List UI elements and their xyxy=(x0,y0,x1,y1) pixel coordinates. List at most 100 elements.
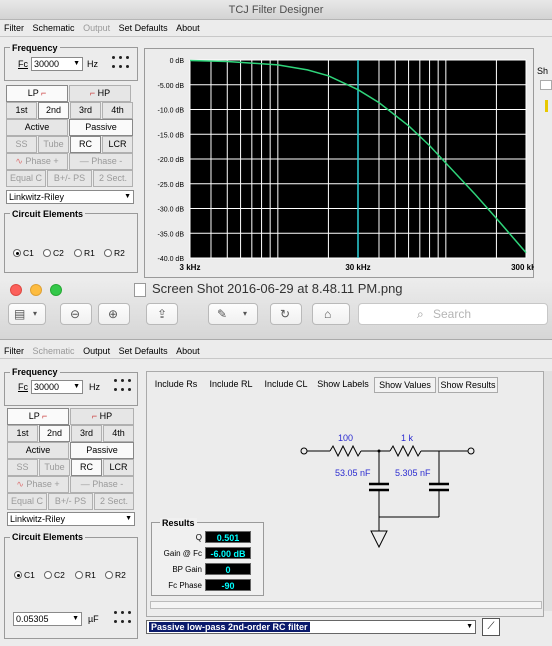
order-1st-button[interactable]: 1st xyxy=(7,425,38,442)
order-3rd-button[interactable]: 3rd xyxy=(71,425,102,442)
rc-button[interactable]: RC xyxy=(70,136,101,153)
menu-set-defaults[interactable]: Set Defaults xyxy=(119,23,168,33)
bps-button[interactable]: B+/- PS xyxy=(48,493,93,510)
2-sect-button[interactable]: 2 Sect. xyxy=(94,493,134,510)
passive-button[interactable]: Passive xyxy=(69,119,133,136)
tube-button[interactable]: Tube xyxy=(39,459,70,476)
radio-r1[interactable]: R1 xyxy=(75,570,96,580)
lcr-button[interactable]: LCR xyxy=(103,459,134,476)
menu-filter[interactable]: Filter xyxy=(4,346,24,356)
preview-filename: Screen Shot 2016-06-29 at 8.48.11 PM.png xyxy=(152,281,403,296)
phase-minus-button[interactable]: — Phase - xyxy=(70,476,134,493)
tab-include-rl[interactable]: Include RL xyxy=(207,377,255,393)
active-button[interactable]: Active xyxy=(6,119,68,136)
zoom-in-button[interactable]: ⊕ xyxy=(98,303,130,325)
lp-button[interactable]: LP ⌐ xyxy=(6,85,68,102)
active-button[interactable]: Active xyxy=(7,442,69,459)
alignment-select[interactable]: Linkwitz-Riley ▼ xyxy=(6,190,134,204)
search-icon: ⌕ xyxy=(417,307,424,321)
sidebar-toggle-button[interactable]: ▤ ▾ xyxy=(8,303,46,325)
markup-button[interactable]: ✎ ▾ xyxy=(208,303,258,325)
gain-fc-value: -6.00 dB xyxy=(205,547,251,559)
order-2nd-button[interactable]: 2nd xyxy=(38,102,69,119)
2-sect-button[interactable]: 2 Sect. xyxy=(93,170,133,187)
vertical-scrollbar[interactable] xyxy=(544,371,552,611)
menu-output[interactable]: Output xyxy=(83,23,110,33)
order-2nd-button[interactable]: 2nd xyxy=(39,425,70,442)
fc-select[interactable]: 30000 ▼ xyxy=(31,57,83,71)
ss-button[interactable]: SS xyxy=(7,459,38,476)
minimize-icon[interactable] xyxy=(30,284,42,296)
lowpass-icon: ⌐ xyxy=(39,411,48,421)
tab-show-results[interactable]: Show Results xyxy=(438,377,498,393)
tab-include-rs[interactable]: Include Rs xyxy=(152,377,200,393)
order-4th-button[interactable]: 4th xyxy=(103,425,134,442)
equal-c-button[interactable]: Equal C xyxy=(7,493,47,510)
fc-value: 30000 xyxy=(34,59,60,69)
radio-c2[interactable]: C2 xyxy=(43,248,64,258)
menu-about[interactable]: About xyxy=(176,346,200,356)
equal-c-button[interactable]: Equal C xyxy=(6,170,46,187)
search-input[interactable]: ⌕ Search xyxy=(358,303,548,325)
cap-value-select[interactable]: 0.05305 ▼ xyxy=(13,612,82,626)
menu-schematic[interactable]: Schematic xyxy=(33,346,75,356)
zoom-out-button[interactable]: ⊖ xyxy=(60,303,92,325)
menu-set-defaults[interactable]: Set Defaults xyxy=(119,346,168,356)
menu-bar: Filter Schematic Output Set Defaults Abo… xyxy=(0,21,552,35)
hp-button[interactable]: ⌐ HP xyxy=(69,85,131,102)
lcr-button[interactable]: LCR xyxy=(102,136,133,153)
menu-divider xyxy=(0,358,552,359)
phase-flat-icon: — xyxy=(79,156,92,166)
menu-output[interactable]: Output xyxy=(83,346,110,356)
phase-minus-button[interactable]: — Phase - xyxy=(69,153,133,170)
grid-dots-icon[interactable] xyxy=(114,611,132,627)
filter-type-select[interactable]: Passive low-pass 2nd-order RC filter ▼ xyxy=(146,620,476,634)
order-1st-button[interactable]: 1st xyxy=(6,102,37,119)
tab-show-labels[interactable]: Show Labels xyxy=(315,377,371,393)
tab-include-cl[interactable]: Include CL xyxy=(262,377,310,393)
radio-c1[interactable]: C1 xyxy=(14,570,35,580)
radio-dot xyxy=(74,249,82,257)
radio-r2[interactable]: R2 xyxy=(105,570,126,580)
radio-c2[interactable]: C2 xyxy=(44,570,65,580)
radio-r1[interactable]: R1 xyxy=(74,248,95,258)
alignment-select[interactable]: Linkwitz-Riley ▼ xyxy=(7,512,135,526)
hp-button[interactable]: ⌐ HP xyxy=(70,408,134,425)
y-tick-label: -35.0 dB xyxy=(158,231,185,238)
menu-schematic[interactable]: Schematic xyxy=(33,23,75,33)
menu-about[interactable]: About xyxy=(176,23,200,33)
radio-dot xyxy=(75,571,83,579)
y-tick-label: -40.0 dB xyxy=(158,256,185,263)
toolbox-button[interactable]: ⌂ xyxy=(312,303,350,325)
bps-button[interactable]: B+/- PS xyxy=(47,170,92,187)
radio-r2-label: R2 xyxy=(115,570,126,580)
results-title: Results xyxy=(160,518,197,528)
output-node xyxy=(467,447,475,455)
rotate-button[interactable]: ↻ xyxy=(270,303,302,325)
share-button[interactable]: ⇪ xyxy=(146,303,178,325)
grid-dots-icon[interactable] xyxy=(112,56,130,72)
filter-curve-icon[interactable]: ⟋ xyxy=(482,618,500,636)
c2-value: 5.305 nF xyxy=(395,468,431,478)
grid-dots-icon[interactable] xyxy=(114,379,132,395)
phase-plus-button[interactable]: ∿ Phase + xyxy=(6,153,68,170)
sidebar-icon: ▤ xyxy=(14,307,26,321)
close-icon[interactable] xyxy=(10,284,22,296)
radio-r2[interactable]: R2 xyxy=(104,248,125,258)
order-4th-button[interactable]: 4th xyxy=(102,102,133,119)
lp-button[interactable]: LP ⌐ xyxy=(7,408,69,425)
ss-button[interactable]: SS xyxy=(6,136,37,153)
horizontal-scrollbar[interactable] xyxy=(150,601,542,609)
frequency-label: Frequency xyxy=(10,43,60,53)
fc-select[interactable]: 30000 ▼ xyxy=(31,380,83,394)
zoom-icon[interactable] xyxy=(50,284,62,296)
passive-button[interactable]: Passive xyxy=(70,442,134,459)
menu-filter[interactable]: Filter xyxy=(4,23,24,33)
tab-show-values[interactable]: Show Values xyxy=(374,377,436,393)
order-3rd-button[interactable]: 3rd xyxy=(70,102,101,119)
rc-button[interactable]: RC xyxy=(71,459,102,476)
tube-button[interactable]: Tube xyxy=(38,136,69,153)
phase-plus-button[interactable]: ∿ Phase + xyxy=(7,476,69,493)
frequency-response-chart: 0 dB -5.00 dB -10.0 dB -15.0 dB -20.0 dB -25.… xyxy=(158,58,534,272)
radio-c1[interactable]: C1 xyxy=(13,248,34,258)
